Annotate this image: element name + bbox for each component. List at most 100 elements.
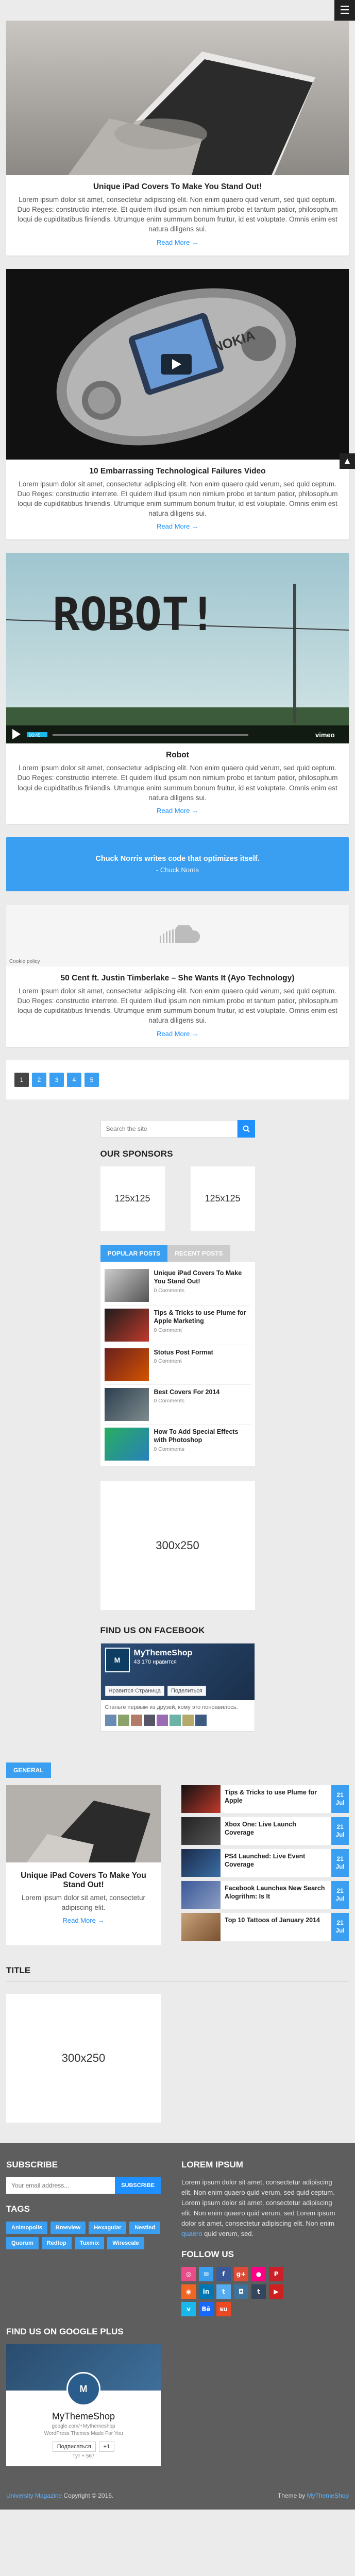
tag[interactable]: Animopolis [6, 2221, 47, 2234]
tag[interactable]: Tuxmix [74, 2236, 105, 2249]
rss-icon[interactable]: ◉ [181, 2284, 196, 2299]
list-item[interactable]: Top 10 Tattoos of January 2014 21 Jul [181, 1912, 349, 1941]
behance-icon[interactable]: Bē [199, 2302, 213, 2317]
category-post-list: Tips & Tricks to use Plume for Apple 21 J… [181, 1785, 349, 1945]
stumbleupon-icon[interactable]: su [216, 2302, 231, 2317]
tag[interactable]: Nestled [129, 2221, 161, 2234]
google-plus-name[interactable]: MyThemeShop [11, 2411, 156, 2422]
vimeo-icon[interactable]: v [181, 2302, 196, 2317]
twitter-icon[interactable]: t [216, 2284, 231, 2299]
page-3[interactable]: 3 [49, 1072, 64, 1087]
page-1[interactable]: 1 [14, 1072, 29, 1087]
email-field[interactable] [6, 2177, 115, 2194]
tab-recent-posts[interactable]: RECENT POSTS [167, 1245, 230, 1262]
list-item-title[interactable]: Xbox One: Live Launch Coverage [221, 1817, 331, 1845]
tag[interactable]: Breeview [50, 2221, 86, 2234]
post-image[interactable] [6, 1785, 161, 1862]
mail-icon[interactable]: ✉ [199, 2267, 213, 2282]
dribbble-icon[interactable]: ◎ [181, 2267, 196, 2282]
soundcloud-embed[interactable]: Cookie policy [6, 904, 349, 967]
list-item[interactable]: Facebook Launches New Search Alogrithm: … [181, 1880, 349, 1909]
post-card: Cookie policy 50 Cent ft. Justin Timberl… [6, 904, 349, 1047]
tumblr-icon[interactable]: t [251, 2284, 266, 2299]
read-more-link[interactable]: Read More → [157, 239, 198, 246]
tag[interactable]: Hexagular [89, 2221, 127, 2234]
tag[interactable]: Quorum [6, 2236, 39, 2249]
avatar[interactable] [182, 1714, 194, 1726]
avatar[interactable] [130, 1714, 142, 1726]
lorem-link[interactable]: quaero [181, 2230, 202, 2238]
list-item[interactable]: Unique iPad Covers To Make You Stand Out… [104, 1266, 251, 1306]
search-button[interactable] [237, 1120, 255, 1138]
ad-300x250[interactable]: 300x250 [6, 1993, 161, 2123]
read-more-link[interactable]: Read More → [157, 1030, 198, 1038]
tag[interactable]: Redtop [41, 2236, 72, 2249]
list-item-title[interactable]: Stotus Post Format [154, 1348, 213, 1357]
google-plus-one-button[interactable]: +1 [98, 2442, 115, 2452]
read-more-link[interactable]: Read More → [157, 522, 198, 530]
post-title[interactable]: 50 Cent ft. Justin Timberlake – She Want… [15, 974, 340, 983]
list-item-title[interactable]: PS4 Launched: Live Event Coverage [221, 1849, 331, 1877]
ad-125-2[interactable]: 125x125 [190, 1166, 255, 1231]
search-input[interactable] [100, 1120, 238, 1138]
page-2[interactable]: 2 [32, 1072, 46, 1087]
avatar[interactable] [105, 1714, 116, 1726]
flickr-icon[interactable]: ● [251, 2267, 266, 2282]
read-more-link[interactable]: Read More → [157, 807, 198, 815]
subscribe-button[interactable]: SUBSCRIBE [115, 2177, 161, 2194]
category-label[interactable]: GENERAL [6, 1762, 51, 1778]
post-card: Unique iPad Covers To Make You Stand Out… [6, 21, 349, 256]
list-item-title[interactable]: How To Add Special Effects with Photosho… [154, 1428, 251, 1445]
linkedin-icon[interactable]: in [199, 2284, 213, 2299]
post-video[interactable]: ROBOT! 00:45 vimeo [6, 553, 349, 744]
page-5[interactable]: 5 [84, 1072, 99, 1087]
avatar[interactable] [195, 1714, 207, 1726]
avatar[interactable] [169, 1714, 181, 1726]
list-item[interactable]: PS4 Launched: Live Event Coverage 21 Jul [181, 1849, 349, 1877]
avatar[interactable] [143, 1714, 155, 1726]
list-item-title[interactable]: Facebook Launches New Search Alogrithm: … [221, 1881, 331, 1909]
scroll-to-top-icon[interactable]: ▲ [340, 453, 355, 469]
pinterest-icon[interactable]: P [269, 2267, 283, 2282]
ad-300x250[interactable]: 300x250 [100, 1481, 255, 1610]
list-item[interactable]: Tips & Tricks to use Plume for Apple 21 J… [181, 1785, 349, 1813]
facebook-like-button[interactable]: Нравится Страница [105, 1685, 164, 1696]
facebook-page-name[interactable]: MyThemeShop [134, 1649, 193, 1658]
page-4[interactable]: 4 [67, 1072, 81, 1087]
tag[interactable]: Wirescale [107, 2236, 144, 2249]
googleplus-icon[interactable]: g+ [234, 2267, 248, 2282]
list-item[interactable]: Tips & Tricks to use Plume for Apple Mar… [104, 1306, 251, 1345]
post-title[interactable]: Unique iPad Covers To Make You Stand Out… [15, 182, 340, 192]
post-title[interactable]: Unique iPad Covers To Make You Stand Out… [15, 1871, 151, 1890]
facebook-icon[interactable]: f [216, 2267, 231, 2282]
post-title[interactable]: Robot [15, 751, 340, 760]
post-title[interactable]: 10 Embarrassing Technological Failures V… [15, 467, 340, 476]
list-item[interactable]: Xbox One: Live Launch Coverage 21 Jul [181, 1817, 349, 1845]
list-item-title[interactable]: Best Covers For 2014 [154, 1388, 220, 1397]
avatar[interactable] [117, 1714, 129, 1726]
list-item[interactable]: Best Covers For 2014 0 Comments [104, 1385, 251, 1425]
pagination: 1 2 3 4 5 [6, 1060, 349, 1099]
post-image[interactable] [6, 21, 349, 175]
hamburger-icon[interactable]: ☰ [334, 0, 355, 21]
list-item-title[interactable]: Tips & Tricks to use Plume for Apple Mar… [154, 1309, 251, 1326]
avatar[interactable]: M [66, 2372, 100, 2406]
ad-125-1[interactable]: 125x125 [100, 1166, 165, 1231]
list-item[interactable]: How To Add Special Effects with Photosho… [104, 1425, 251, 1464]
read-more-link[interactable]: Read More → [63, 1917, 105, 1924]
google-plus-follow-button[interactable]: Подписаться [52, 2442, 96, 2452]
avatar[interactable] [156, 1714, 168, 1726]
facebook-avatar[interactable]: M [105, 1647, 130, 1672]
list-item-title[interactable]: Tips & Tricks to use Plume for Apple [221, 1785, 331, 1813]
cookie-policy-link[interactable]: Cookie policy [9, 959, 40, 964]
list-item-title[interactable]: Top 10 Tattoos of January 2014 [221, 1913, 331, 1941]
site-name-link[interactable]: University Magazine [6, 2492, 62, 2499]
theme-author-link[interactable]: MyThemeShop [307, 2492, 349, 2499]
list-item-title[interactable]: Unique iPad Covers To Make You Stand Out… [154, 1269, 251, 1286]
post-video[interactable]: NOKIA [6, 268, 349, 460]
facebook-share-button[interactable]: Поделиться [167, 1685, 206, 1696]
instagram-icon[interactable]: ◘ [234, 2284, 248, 2299]
list-item[interactable]: Stotus Post Format 0 Comment [104, 1345, 251, 1385]
youtube-icon[interactable]: ▶ [269, 2284, 283, 2299]
tab-popular-posts[interactable]: POPULAR POSTS [100, 1245, 168, 1262]
